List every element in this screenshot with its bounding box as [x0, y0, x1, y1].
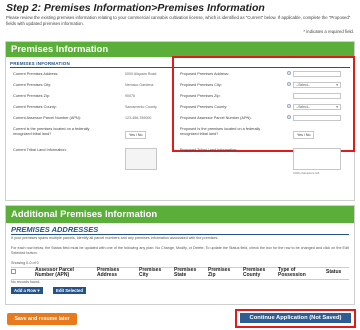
proposed-zip-input[interactable]	[293, 93, 341, 99]
additional-section-title: Additional Premises Information	[6, 206, 354, 223]
col-state[interactable]: Premises State	[174, 267, 204, 279]
addresses-rule	[11, 234, 349, 235]
chevron-down-icon: ▾	[37, 288, 40, 293]
col-apn[interactable]: Assessor Parcel Number (APN)	[35, 267, 87, 279]
current-tribal-info-label: Current Tribal Land Information:	[13, 148, 67, 152]
premises-section-title: Premises Information	[6, 42, 354, 57]
current-no: No	[137, 133, 143, 137]
proposed-apn-input[interactable]	[293, 115, 341, 121]
premises-subtitle: PREMISES INFORMATION	[10, 61, 70, 66]
add-row-button[interactable]: Add a Row ▾	[11, 287, 43, 294]
required-note: * indicates a required field.	[303, 29, 354, 34]
col-county[interactable]: Premises County	[243, 267, 273, 279]
proposed-tribal-info-textarea[interactable]	[293, 148, 341, 170]
proposed-yes[interactable]: Yes	[297, 133, 303, 137]
current-address-label: Current Premises Address:	[13, 72, 59, 76]
info-icon	[287, 104, 291, 108]
required-note-text: * indicates a required field.	[303, 29, 354, 34]
select-all-checkbox[interactable]	[11, 269, 16, 274]
char-count: 1000 characters left	[293, 171, 320, 175]
current-apn-value: 123-456-789000	[125, 116, 152, 120]
info-icon	[287, 82, 291, 86]
proposed-address-label: Proposed Premises Address:	[180, 72, 229, 76]
current-city-label: Current Premises City:	[13, 83, 52, 87]
proposed-no[interactable]: No	[306, 133, 311, 137]
current-county-label: Current Premises County:	[13, 105, 57, 109]
col-address[interactable]: Premises Address	[97, 267, 127, 279]
proposed-apn-label: Proposed Assessor Parcel Number (APN):	[180, 116, 252, 120]
current-address-value: 0000 Aliquam Road	[125, 72, 157, 76]
current-tribal-label: Current is the premises located on a fed…	[13, 127, 90, 136]
current-tribal-toggle: Yes / No	[125, 131, 147, 139]
col-possession[interactable]: Type of Possession	[278, 267, 316, 279]
current-zip-value: 90076	[125, 94, 135, 98]
proposed-tribal-label: Proposed Is the premises located on a fe…	[180, 127, 261, 136]
info-icon	[287, 71, 291, 75]
edit-selected-button[interactable]: Edit Selected	[53, 287, 86, 294]
current-yes: Yes	[129, 133, 135, 137]
no-records: No records found.	[11, 280, 41, 284]
proposed-tribal-toggle[interactable]: Yes / No	[293, 131, 315, 139]
intro-text: Please review the existing premises info…	[6, 15, 351, 26]
table-header-rule	[11, 279, 349, 280]
current-tribal-info-textarea	[125, 148, 157, 170]
current-county-value: Sacramento County	[125, 105, 157, 109]
proposed-city-label: Proposed Premises City:	[180, 83, 222, 87]
premises-addresses-title: PREMISES ADDRESSES	[11, 225, 99, 234]
step-title: Step 2: Premises Information>Premises In…	[6, 2, 265, 14]
current-apn-label: Current Assessor Parcel Number (APN):	[13, 116, 81, 120]
current-city-value: Nemaco Gardena	[125, 83, 154, 87]
addresses-note-1: If your premises spans multiple parcels,…	[11, 236, 219, 240]
chevron-down-icon: ▾	[336, 83, 338, 87]
proposed-county-select[interactable]: --Select-- ▾	[293, 104, 341, 110]
col-city[interactable]: Premises City	[139, 267, 169, 279]
col-zip[interactable]: Premises Zip	[208, 267, 238, 279]
info-icon	[287, 115, 291, 119]
proposed-county-selected: --Select--	[296, 105, 310, 109]
proposed-zip-label: Proposed Premises Zip:	[180, 94, 221, 98]
addresses-note-2: For each row below, the Status field mus…	[11, 246, 349, 255]
proposed-tribal-info-label: Proposed Tribal Land Information:	[180, 148, 238, 152]
current-zip-label: Current Premises Zip:	[13, 94, 50, 98]
continue-application-button[interactable]: Continue Application (Not Saved)	[240, 313, 351, 323]
proposed-city-selected: --Select--	[296, 83, 310, 87]
proposed-city-select[interactable]: --Select-- ▾	[293, 82, 341, 88]
showing-count: Showing 0-0 of 0	[11, 261, 39, 265]
add-row-label: Add a Row	[14, 288, 37, 293]
proposed-address-input[interactable]	[293, 71, 341, 77]
col-status[interactable]: Status	[326, 269, 351, 275]
proposed-county-label: Proposed Premises County:	[180, 105, 228, 109]
save-resume-button[interactable]: Save and resume later	[7, 313, 77, 325]
chevron-down-icon: ▾	[336, 105, 338, 109]
